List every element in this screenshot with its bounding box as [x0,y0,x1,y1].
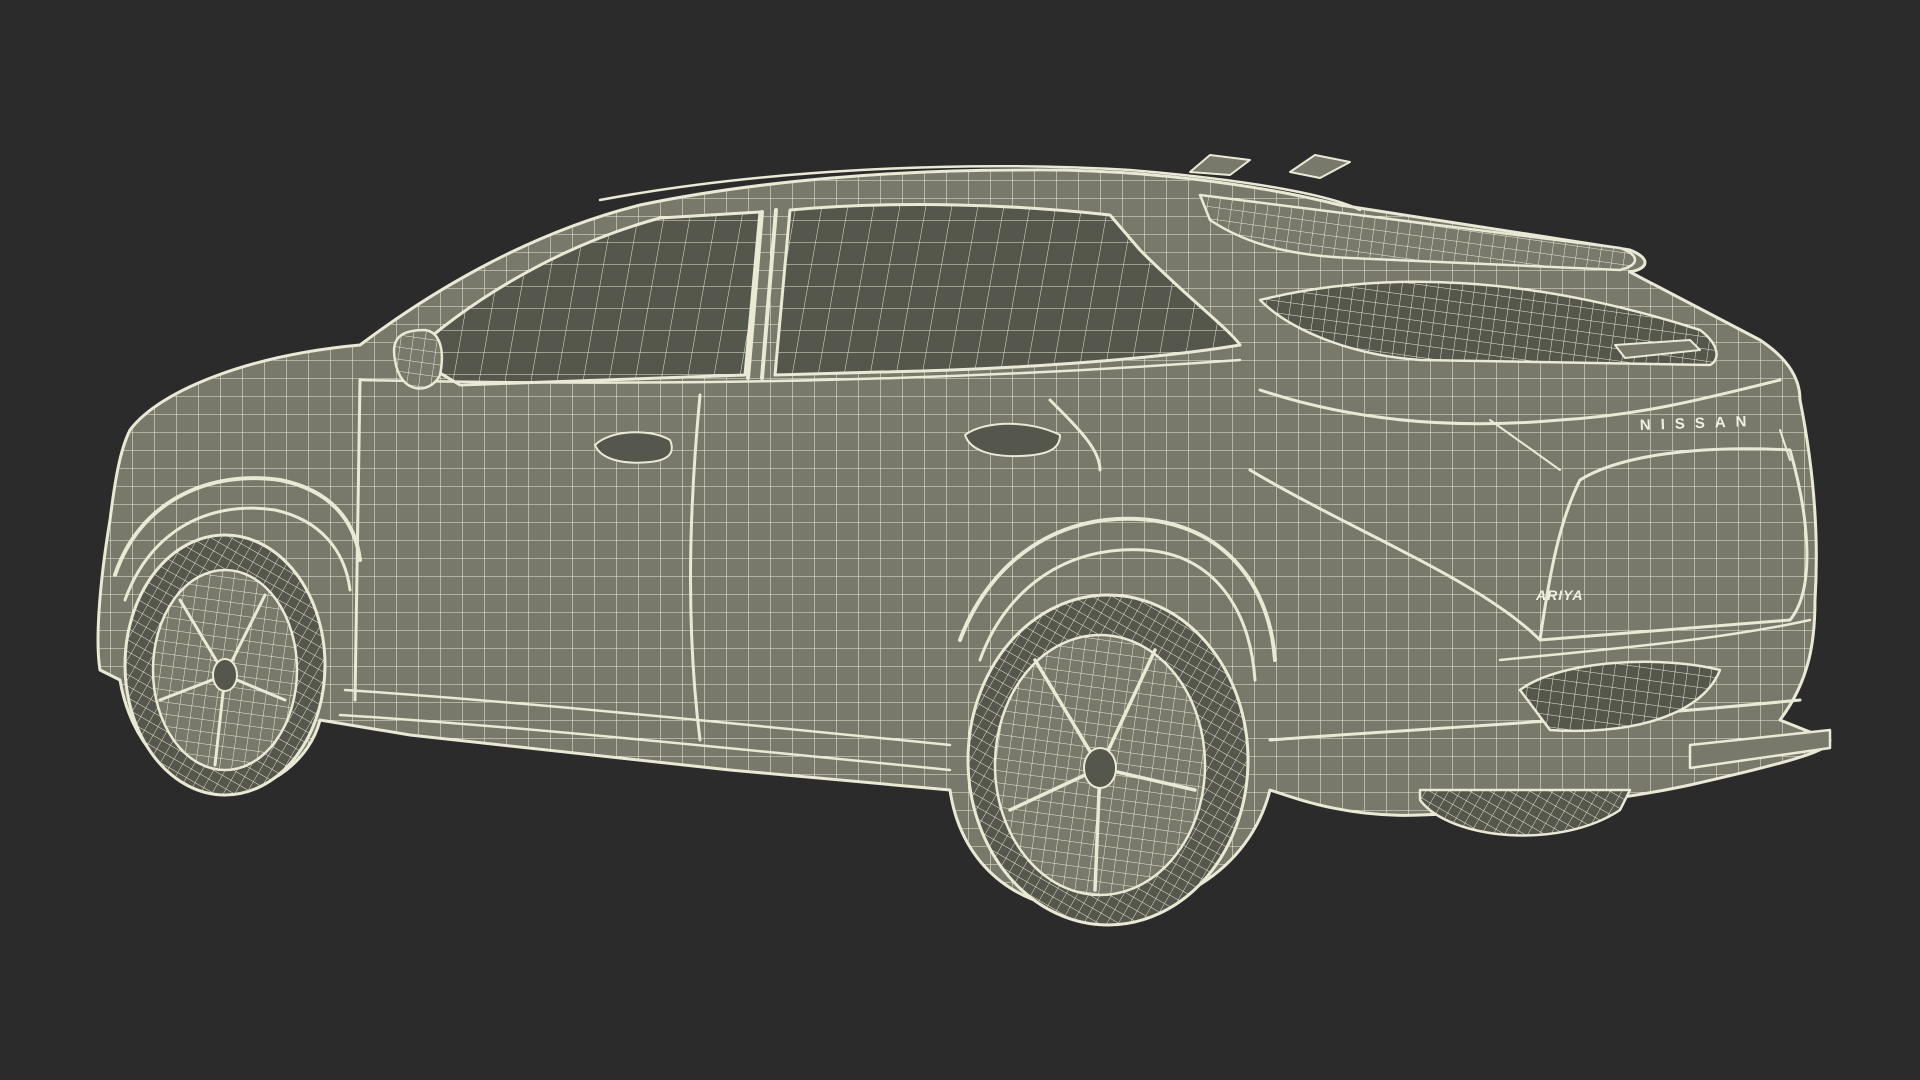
wireframe-car-render: NISSAN ARIYA [96,154,1832,927]
rear-wheel [966,593,1250,927]
model-badge: ARIYA [1535,587,1584,603]
side-windows [408,203,1242,387]
far-rear-wheel [1418,788,1632,837]
side-mirror [392,328,444,390]
front-wheel [123,533,327,797]
model-lettering: ARIYA [1535,587,1584,603]
